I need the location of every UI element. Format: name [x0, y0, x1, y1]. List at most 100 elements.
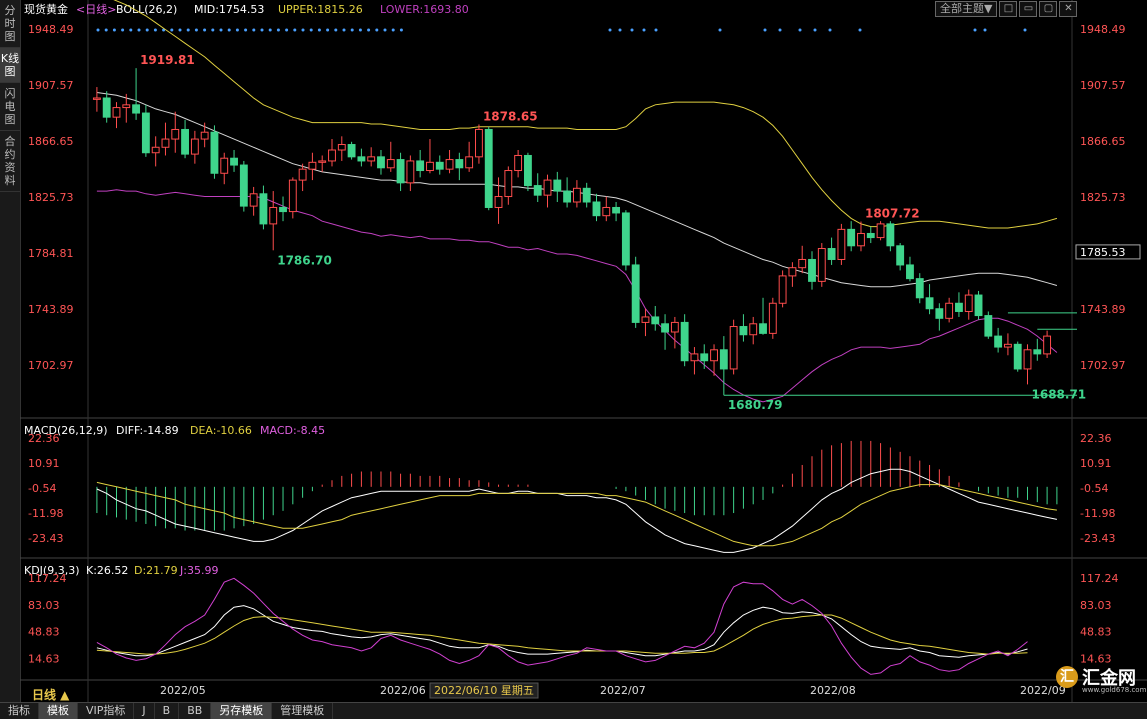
left-menu-item[interactable]: K线图	[0, 48, 20, 83]
bottom-tab[interactable]: B	[155, 703, 180, 719]
candle-body	[680, 321, 689, 362]
candle-body	[523, 154, 532, 187]
event-dot	[983, 28, 987, 32]
event-dot	[858, 28, 862, 32]
period-name: <日线>	[76, 2, 116, 16]
candle-body	[857, 232, 865, 247]
candle-body	[435, 161, 444, 170]
kdj-tick-right: 117.24	[1080, 572, 1119, 585]
left-menu-item[interactable]: 闪电图	[0, 83, 20, 131]
candle-body	[475, 128, 483, 158]
kline-chart[interactable]: 1948.49 1948.49 1907.57 1907.57 1866.65 1866.…	[20, 0, 1147, 702]
macd-tick-left: 10.91	[28, 457, 60, 470]
candle-body	[955, 302, 963, 312]
price-tick-left: 1866.65	[28, 135, 74, 148]
bottom-tab[interactable]: VIP指标	[78, 703, 135, 719]
event-dot	[309, 28, 313, 32]
candle-body	[1023, 349, 1032, 370]
left-menu-item[interactable]: 分时图	[0, 0, 20, 48]
restore-icon[interactable]: □	[999, 1, 1018, 17]
event-dot	[763, 28, 767, 32]
period-selector[interactable]: 日线 ▲	[32, 686, 69, 703]
candle-body	[337, 144, 346, 151]
price-tick-left: 1825.73	[28, 191, 74, 204]
candle-body	[416, 160, 425, 172]
candle-body	[220, 157, 229, 174]
logo-url: www.gold678.com	[1082, 686, 1147, 694]
bottom-tab[interactable]: 管理模板	[272, 703, 334, 719]
candle-body	[719, 349, 728, 370]
candle-body	[181, 128, 189, 155]
price-tick-right: 1907.57	[1080, 79, 1126, 92]
macd-tick-left: -23.43	[28, 532, 63, 545]
bottom-tab[interactable]: 指标	[0, 703, 39, 719]
event-dot	[301, 28, 305, 32]
event-dot	[235, 28, 239, 32]
macd-tick-left: -11.98	[28, 507, 63, 520]
minimize-icon[interactable]: ▭	[1019, 1, 1038, 17]
event-dot	[219, 28, 223, 32]
candle-body	[279, 206, 287, 213]
candle-body	[1033, 349, 1042, 355]
kdj-tick-left: 117.24	[28, 572, 67, 585]
candle-body	[984, 315, 993, 337]
maximize-icon[interactable]: ▢	[1039, 1, 1058, 17]
candle-body	[249, 193, 258, 207]
candle-body	[641, 316, 650, 323]
kdj-d-value: D:21.79	[134, 564, 178, 577]
macd-diff-line	[96, 468, 1058, 553]
event-dot	[268, 28, 272, 32]
candle-body	[396, 159, 405, 184]
candle-body	[210, 131, 219, 174]
candle-body	[553, 179, 562, 192]
event-dot	[276, 28, 280, 32]
boll-lower-line	[96, 189, 1058, 403]
event-dot	[186, 28, 190, 32]
candle-body	[445, 159, 454, 170]
bottom-tab[interactable]: 另存模板	[211, 703, 273, 719]
candle-body	[151, 146, 160, 154]
macd-tick-right: 10.91	[1080, 457, 1112, 470]
price-tick-right: 1866.65	[1080, 135, 1126, 148]
date-label: 2022/07	[600, 684, 646, 697]
candle-body	[377, 156, 385, 169]
event-dot	[194, 28, 198, 32]
bottom-tab[interactable]: BB	[179, 703, 212, 719]
candle-body	[484, 128, 493, 208]
kdj-j-line	[96, 577, 1028, 675]
event-dot	[285, 28, 289, 32]
event-dot	[973, 28, 977, 32]
candle-body	[661, 323, 669, 333]
theme-dropdown[interactable]: 全部主题▼	[935, 1, 998, 17]
macd-tick-right: -0.54	[1080, 482, 1108, 495]
candle-body	[259, 193, 268, 225]
left-menu-item[interactable]: 合约资料	[0, 131, 20, 192]
event-dot	[391, 28, 395, 32]
candle-body	[288, 179, 297, 213]
macd-dea-value: DEA:-10.66	[190, 424, 252, 437]
cursor-date-label: 2022/06/10 星期五	[434, 684, 534, 697]
candle-body	[455, 159, 464, 169]
candle-body	[886, 223, 895, 247]
candle-body	[798, 258, 807, 269]
candle-body	[906, 264, 914, 280]
close-icon[interactable]: ✕	[1059, 1, 1078, 17]
candle-body	[1043, 335, 1052, 355]
date-label: 2022/06	[380, 684, 426, 697]
kdj-tick-right: 83.03	[1080, 599, 1112, 612]
kdj-k-line	[96, 605, 1028, 658]
current-price-label: 1785.53	[1080, 246, 1126, 259]
bottom-tab[interactable]: 模板	[39, 703, 78, 719]
event-dot	[630, 28, 634, 32]
candle-body	[386, 159, 395, 169]
bottom-tab[interactable]: J	[134, 703, 155, 719]
candle-body	[514, 154, 523, 172]
boll-mid-value: MID:1754.53	[194, 3, 264, 16]
event-dot	[227, 28, 231, 32]
candle-body	[171, 128, 180, 140]
event-dot	[326, 28, 330, 32]
event-dot	[383, 28, 387, 32]
candle-body	[141, 112, 150, 154]
macd-tick-right: 22.36	[1080, 432, 1112, 445]
candle-body	[269, 206, 278, 225]
